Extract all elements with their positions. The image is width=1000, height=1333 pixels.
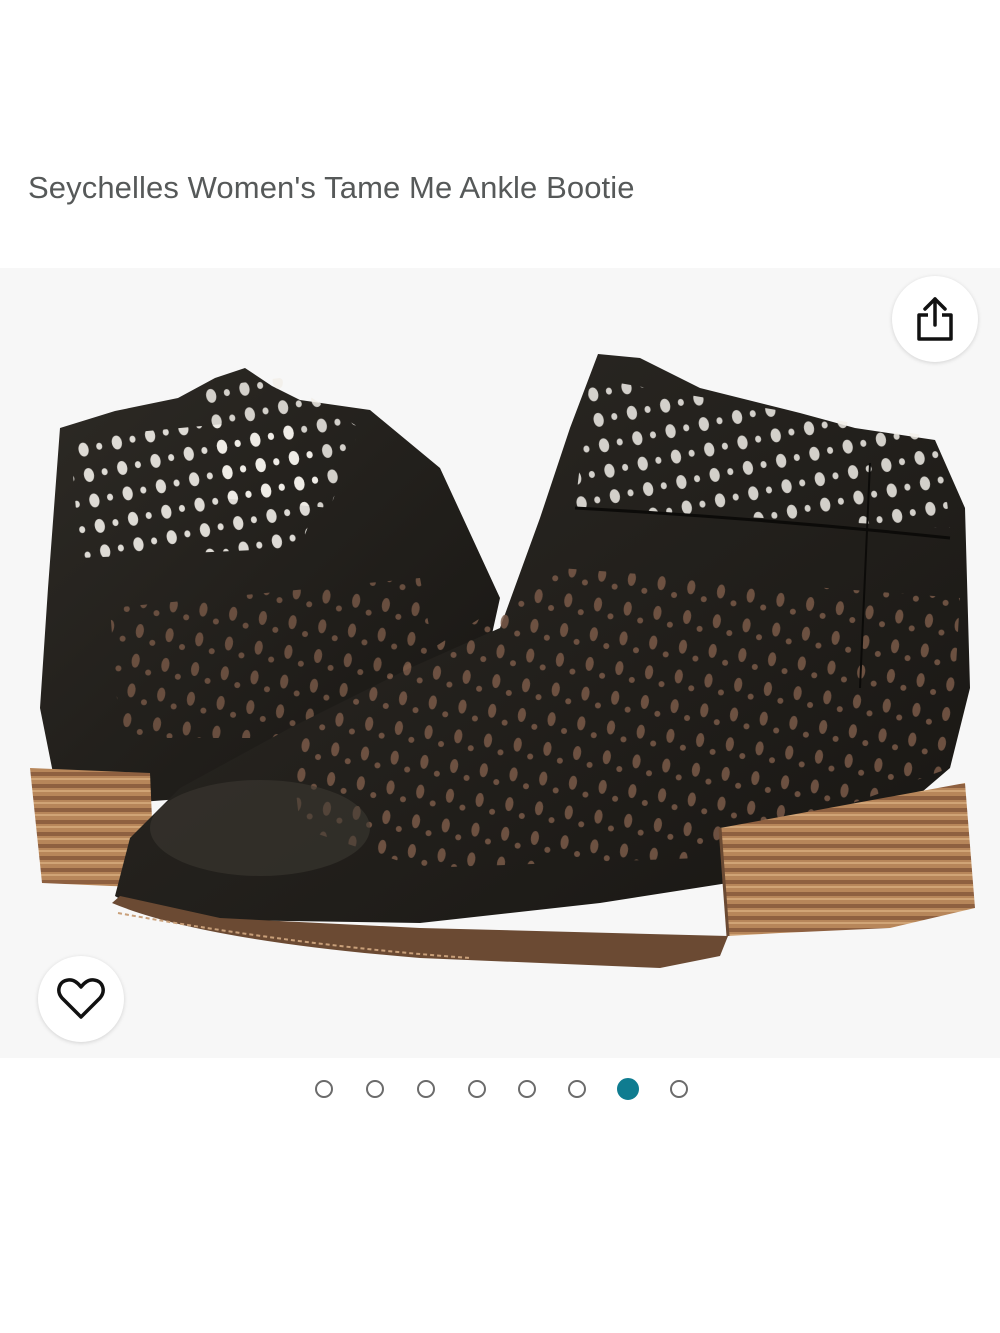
share-icon — [917, 297, 953, 341]
carousel-dot[interactable] — [518, 1080, 536, 1098]
product-image-carousel[interactable] — [0, 268, 1000, 1058]
carousel-indicator — [0, 1078, 1000, 1104]
product-title: Seychelles Women's Tame Me Ankle Bootie — [28, 170, 635, 205]
carousel-dot[interactable] — [366, 1080, 384, 1098]
carousel-dot[interactable] — [670, 1080, 688, 1098]
heart-icon — [57, 978, 105, 1019]
product-image[interactable] — [0, 268, 1000, 1058]
carousel-dot[interactable] — [417, 1080, 435, 1098]
carousel-dot[interactable] — [568, 1080, 586, 1098]
carousel-dot[interactable] — [468, 1080, 486, 1098]
carousel-dot[interactable] — [315, 1080, 333, 1098]
carousel-dot-active[interactable] — [617, 1078, 639, 1100]
share-button[interactable] — [892, 276, 978, 362]
cutoff-link-text[interactable] — [32, 1144, 552, 1166]
wishlist-button[interactable] — [38, 956, 124, 1042]
